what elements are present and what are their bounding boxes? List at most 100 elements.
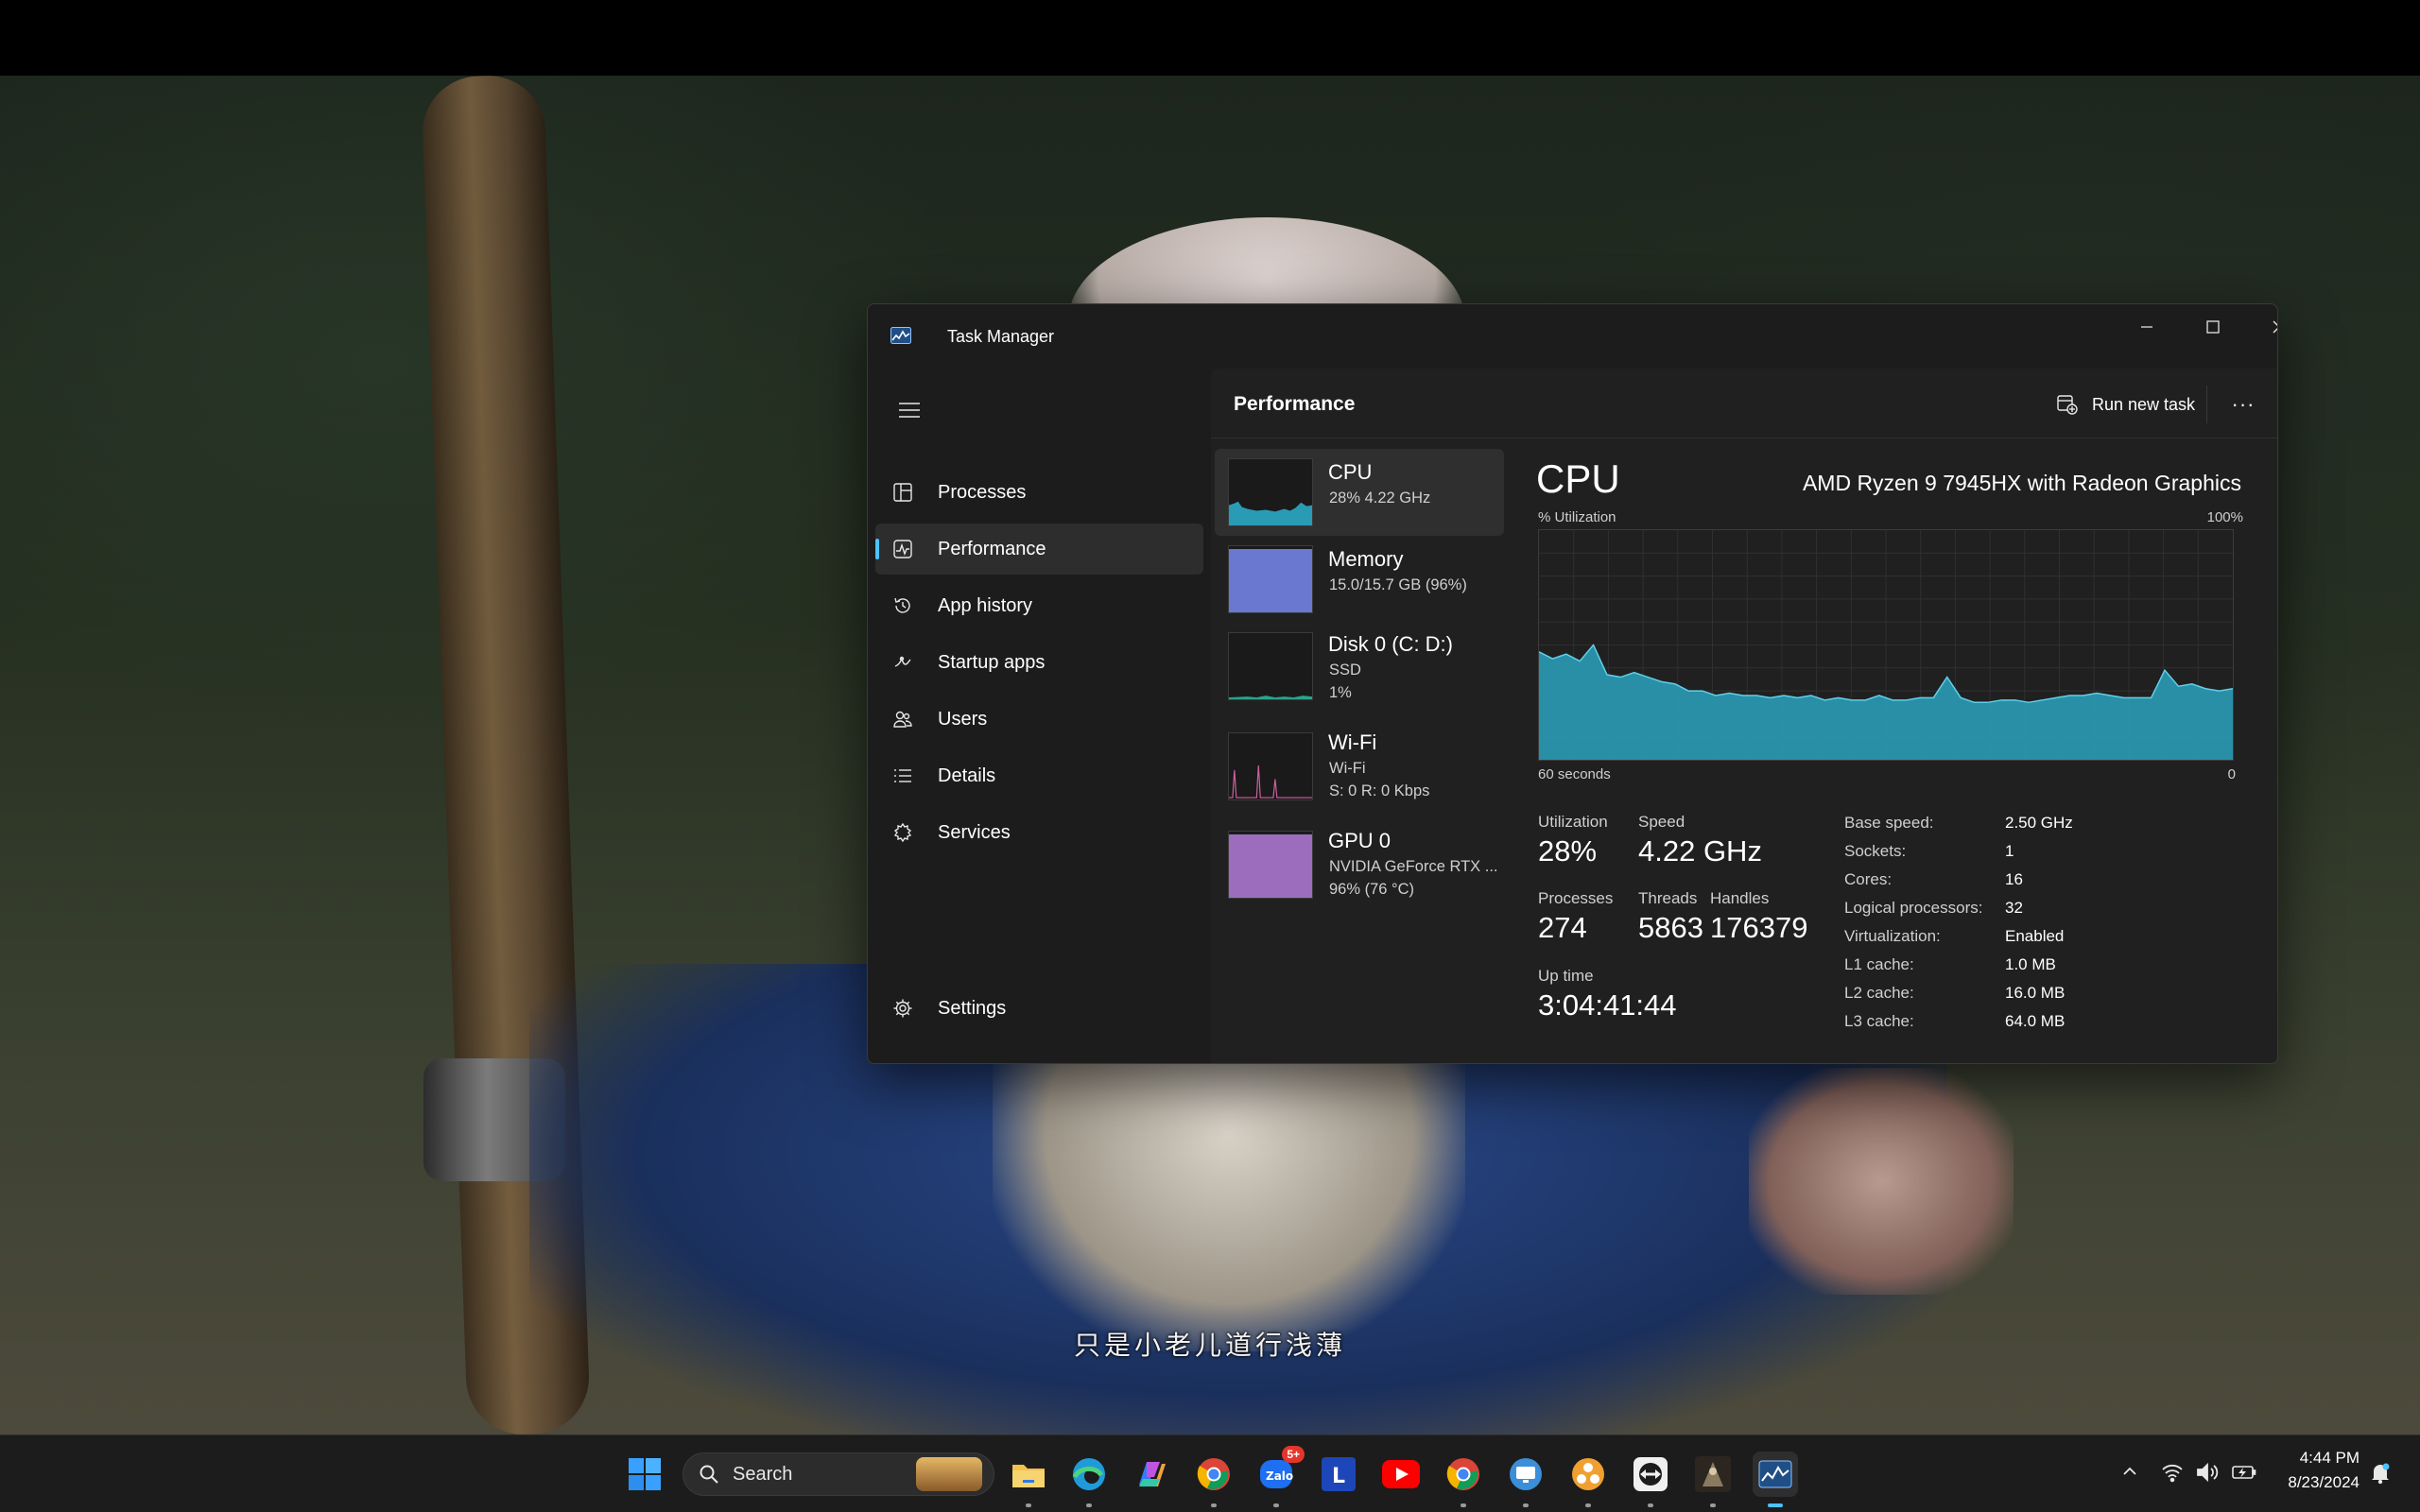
battery-charging-icon [2232,1466,2256,1479]
taskbar-teamviewer[interactable] [1628,1452,1673,1497]
nav-item-users[interactable]: Users [875,694,1203,745]
youtube-icon [1382,1460,1420,1488]
nav-item-services[interactable]: Services [875,807,1203,858]
start-button[interactable] [622,1452,667,1497]
spec-value: 32 [2005,899,2023,917]
taskbar-edge[interactable] [1066,1452,1112,1497]
taskbar-zalo[interactable]: Zalo 5+ [1253,1446,1305,1497]
chrome-icon [1197,1458,1230,1490]
taskbar-l-app[interactable]: L [1316,1452,1361,1497]
taskbar-remote-desktop[interactable] [1503,1452,1548,1497]
spec-label: Sockets: [1844,842,1907,860]
utilization-label: Utilization [1538,813,1608,831]
more-options-icon: ··· [2231,392,2256,416]
spec-label: Base speed: [1844,814,1934,832]
running-indicator [1211,1503,1217,1507]
svg-text:L: L [1332,1465,1345,1488]
more-options-button[interactable]: ··· [2224,386,2262,423]
maximize-icon [2206,320,2220,334]
uptime-value: 3:04:41:44 [1538,988,1677,1022]
nav-label-settings: Settings [938,997,1007,1019]
spec-value: 16 [2005,870,2023,888]
hamburger-icon [899,403,920,418]
clock[interactable]: 4:44 PM 8/23/2024 [2269,1449,2360,1492]
volume-icon [2197,1462,2219,1483]
y-axis-label: % Utilization [1538,509,1616,525]
device-item-cpu[interactable]: CPU 28% 4.22 GHz [1215,449,1504,536]
cpu-model-name: AMD Ryzen 9 7945HX with Radeon Graphics [1802,471,2241,495]
startup-icon [890,650,915,675]
task-manager-window: Task Manager Processes Performance App h… [867,303,2278,1064]
volume-button[interactable] [2196,1462,2221,1487]
taskbar-task-manager[interactable] [1753,1452,1798,1497]
running-indicator [1461,1503,1466,1507]
minimize-button[interactable] [2114,304,2180,350]
taskbar-game[interactable] [1690,1452,1736,1497]
taskbar-search-box[interactable]: Search [683,1452,994,1496]
clock-time: 4:44 PM [2299,1449,2360,1467]
speed-label: Speed [1638,813,1685,831]
chevron-up-icon [2123,1467,2136,1475]
device-item-gpu[interactable]: GPU 0 NVIDIA GeForce RTX ... 96% (76 °C) [1215,819,1504,918]
taskbar-cluster-app[interactable] [1565,1452,1611,1497]
running-indicator [1648,1503,1653,1507]
spec-value: 1.0 MB [2005,955,2056,973]
spec-label: Virtualization: [1844,927,1941,945]
running-indicator [1523,1503,1529,1507]
device-name: GPU 0 [1328,829,1392,852]
copilot-icon [1139,1462,1166,1486]
nav-label-users: Users [938,708,988,730]
taskbar-file-explorer[interactable] [1006,1452,1051,1497]
gpu-thumbnail-graph [1228,831,1313,899]
spec-label: Cores: [1844,870,1893,888]
hamburger-menu-button[interactable] [890,391,928,429]
device-name: Wi-Fi [1328,730,1377,754]
nav-item-performance[interactable]: Performance [875,524,1203,575]
detail-heading: CPU [1536,456,1620,501]
taskbar-copilot[interactable] [1129,1452,1174,1497]
wifi-icon [2162,1464,2183,1483]
close-icon [2273,320,2277,334]
search-label: Search [733,1463,793,1485]
running-indicator [1710,1503,1716,1507]
device-stat: 1% [1329,684,1352,701]
run-new-task-button[interactable]: Run new task [2047,386,2204,423]
show-hidden-icons-button[interactable] [2120,1462,2139,1486]
running-indicator [1585,1503,1591,1507]
spec-label: L3 cache: [1844,1012,1914,1030]
taskbar-chrome[interactable] [1191,1452,1236,1497]
device-item-disk[interactable]: Disk 0 (C: D:) SSD 1% [1215,623,1504,721]
edge-icon [1072,1458,1105,1490]
device-type: Wi-Fi [1329,760,1366,777]
nav-item-startup-apps[interactable]: Startup apps [875,637,1203,688]
maximize-button[interactable] [2180,304,2246,350]
active-indicator [1768,1503,1783,1507]
title-bar[interactable]: Task Manager [868,304,2277,369]
nav-label-startup-apps: Startup apps [938,651,1046,673]
uptime-label: Up time [1538,967,1594,985]
nav-item-settings[interactable]: Settings [875,983,1203,1034]
taskbar-youtube[interactable] [1378,1452,1424,1497]
notification-badge: 5+ [1282,1446,1305,1463]
running-indicator [1086,1503,1092,1507]
task-manager-app-icon [890,327,911,344]
spec-value: 1 [2005,842,2014,860]
notifications-button[interactable] [2370,1462,2391,1489]
run-new-task-label: Run new task [2092,394,2196,414]
battery-button[interactable] [2231,1462,2257,1487]
processes-label: Processes [1538,889,1614,907]
device-item-wifi[interactable]: Wi-Fi Wi-Fi S: 0 R: 0 Kbps [1215,721,1504,819]
device-item-memory[interactable]: Memory 15.0/15.7 GB (96%) [1215,536,1504,623]
device-name: CPU [1328,460,1373,484]
cpu-detail-panel: CPU AMD Ryzen 9 7945HX with Radeon Graph… [1536,449,2273,1063]
nav-item-details[interactable]: Details [875,750,1203,801]
nav-item-app-history[interactable]: App history [875,580,1203,631]
bell-icon [2372,1463,2390,1485]
performance-pane: Performance Run new task ··· CPU 28% 4.2 [1211,369,2277,1063]
device-stat: 15.0/15.7 GB (96%) [1329,576,1467,593]
x-axis-end: 0 [2227,766,2236,782]
taskbar-chrome-profile[interactable] [1441,1452,1486,1497]
network-button[interactable] [2161,1462,2184,1487]
nav-item-processes[interactable]: Processes [875,467,1203,518]
close-button[interactable] [2246,304,2277,350]
